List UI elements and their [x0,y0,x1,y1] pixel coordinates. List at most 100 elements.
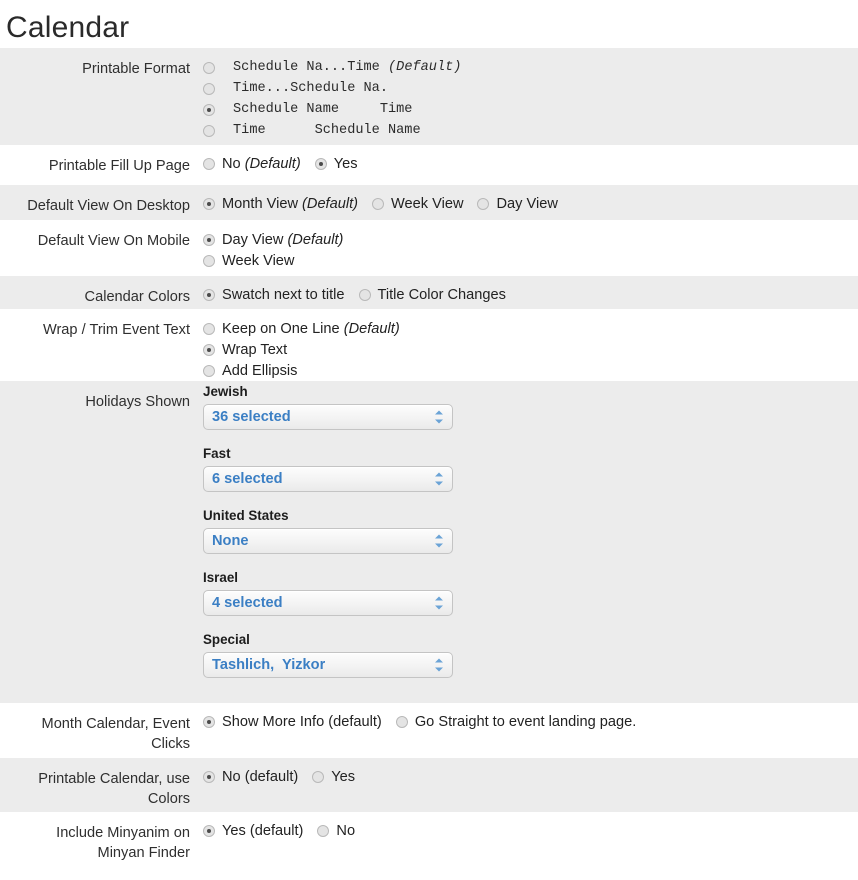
holiday-group-title: Special [203,632,250,647]
radio-button-icon[interactable] [203,343,215,356]
radio-button-icon[interactable] [203,61,215,74]
radio-option-label: Yes (default) [222,821,303,841]
radio-option-schedule-na-time[interactable]: Schedule Na...Time (Default) [203,57,858,78]
row-field: Swatch next to title Title Color Changes [190,276,858,305]
select-israel[interactable]: 4 selected [203,590,453,616]
select-jewish[interactable]: 36 selected [203,404,453,430]
page-title: Calendar [6,11,130,44]
radio-option-text: Yes (default) [222,823,304,839]
radio-option-swatch-next-to-title[interactable]: Swatch next to title [203,285,345,305]
radio-button-icon[interactable] [203,322,215,335]
radio-option-week-view[interactable]: Week View [372,194,463,214]
stepper-arrows-icon[interactable] [435,472,443,486]
stepper-arrows-icon[interactable] [435,410,443,424]
radio-button-icon[interactable] [203,198,215,210]
select-value: None [212,533,249,549]
radio-button-icon[interactable] [203,103,215,116]
row-label: Include Minyanim on Minyan Finder [56,825,190,861]
radio-option-text: Yes [333,156,358,172]
radio-option-day-view[interactable]: Day View (Default) [203,229,858,250]
holiday-group-title: Fast [203,446,231,461]
select-special[interactable]: Tashlich, Yizkor [203,652,453,678]
row-label: Calendar Colors [84,289,190,305]
radio-option-text: Day View [222,231,288,248]
select-value: 4 selected [212,595,283,611]
radio-button-icon[interactable] [395,716,408,728]
radio-button-icon[interactable] [203,254,215,267]
radio-option-text: Week View [391,196,464,212]
radio-group: Day View (Default) Week View [203,229,858,271]
radio-option-yes[interactable]: Yes [314,154,358,174]
holiday-group-fast: Fast 6 selected [203,445,858,492]
radio-option-label: Month View (Default) [222,194,358,214]
radio-option-label: Swatch next to title [222,285,345,305]
row-label: Default View On Mobile [37,233,190,249]
radio-option-text: Day View [496,196,558,212]
radio-group: Swatch next to title Title Color Changes [203,285,858,305]
row-field: No (default) Yes [190,758,858,787]
holiday-group-title: Jewish [203,384,248,399]
radio-option-no-default[interactable]: No (default) [203,767,298,787]
radio-button-icon[interactable] [317,825,330,837]
radio-option-week-view[interactable]: Week View [203,250,858,271]
stepper-arrows-icon[interactable] [435,658,443,672]
radio-option-keep-on-one-line[interactable]: Keep on One Line (Default) [203,318,858,339]
radio-button-icon[interactable] [203,364,215,377]
row-label: Printable Calendar, use Colors [38,771,190,807]
radio-option-label: Yes [331,767,355,787]
radio-option-wrap-text[interactable]: Wrap Text [203,339,858,360]
radio-button-icon[interactable] [203,124,215,137]
row-field: No (Default) Yes [190,145,858,174]
radio-option-label: Week View [391,194,463,214]
radio-option-yes[interactable]: Yes [312,767,355,787]
form-row-printable-calendar-use-colors: Printable Calendar, use Colors No (defaul… [0,758,858,812]
radio-button-icon[interactable] [358,289,371,301]
holiday-group-united-states: United States None [203,507,858,554]
radio-button-icon[interactable] [372,198,385,210]
form-row-wrap-trim-event-text: Wrap / Trim Event Text Keep on One Line (… [0,309,858,381]
radio-button-icon[interactable] [203,82,215,95]
radio-option-yes-default[interactable]: Yes (default) [203,821,303,841]
radio-option-text: Wrap Text [222,341,288,358]
radio-group: Month View (Default) Week View Day View [203,194,858,214]
radio-option-schedule-name-time[interactable]: Schedule Name Time [203,99,858,120]
radio-option-label: Yes [334,154,358,174]
radio-option-no[interactable]: No [317,821,355,841]
radio-button-icon[interactable] [203,716,215,728]
radio-option-go-straight-to-event-landing-page[interactable]: Go Straight to event landing page. [395,712,636,732]
radio-button-icon[interactable] [203,289,215,301]
radio-option-text: Month View [222,196,303,212]
select-value: 6 selected [212,471,283,487]
form-row-include-minyanim-on-minyan-finder: Include Minyanim on Minyan Finder Yes (de… [0,812,858,878]
radio-group: Keep on One Line (Default) Wrap Text Add E… [203,318,858,381]
radio-button-icon[interactable] [203,158,215,170]
radio-option-time-schedule-name[interactable]: Time Schedule Name [203,120,858,141]
form-row-printable-fill-up-page: Printable Fill Up Page No (Default) Yes [0,145,858,185]
radio-option-label: Time Schedule Name [233,121,421,141]
row-field: Show More Info (default) Go Straight to e… [190,703,858,732]
radio-option-title-color-changes[interactable]: Title Color Changes [358,285,506,305]
radio-button-icon[interactable] [203,825,215,837]
form-row-default-view-on-desktop: Default View On Desktop Month View (Defau… [0,185,858,220]
radio-option-label: Title Color Changes [378,285,506,305]
radio-button-icon[interactable] [312,771,325,783]
select-fast[interactable]: 6 selected [203,466,453,492]
radio-option-month-view[interactable]: Month View (Default) [203,194,358,214]
radio-option-add-ellipsis[interactable]: Add Ellipsis [203,360,858,381]
row-label: Default View On Desktop [27,198,190,214]
radio-button-icon[interactable] [203,771,215,783]
select-united-states[interactable]: None [203,528,453,554]
radio-option-text: Schedule Na...Time [233,59,388,75]
radio-option-label: Show More Info (default) [222,712,382,732]
stepper-arrows-icon[interactable] [435,534,443,548]
radio-button-icon[interactable] [314,158,327,170]
radio-option-text: Yes [331,769,356,785]
stepper-arrows-icon[interactable] [435,596,443,610]
radio-option-day-view[interactable]: Day View [477,194,558,214]
radio-option-show-more-info-default[interactable]: Show More Info (default) [203,712,382,732]
radio-button-icon[interactable] [477,198,490,210]
radio-option-text: Keep on One Line [222,320,344,337]
radio-option-no[interactable]: No (Default) [203,154,301,174]
radio-button-icon[interactable] [203,233,215,246]
radio-option-time-schedule-na[interactable]: Time...Schedule Na. [203,78,858,99]
